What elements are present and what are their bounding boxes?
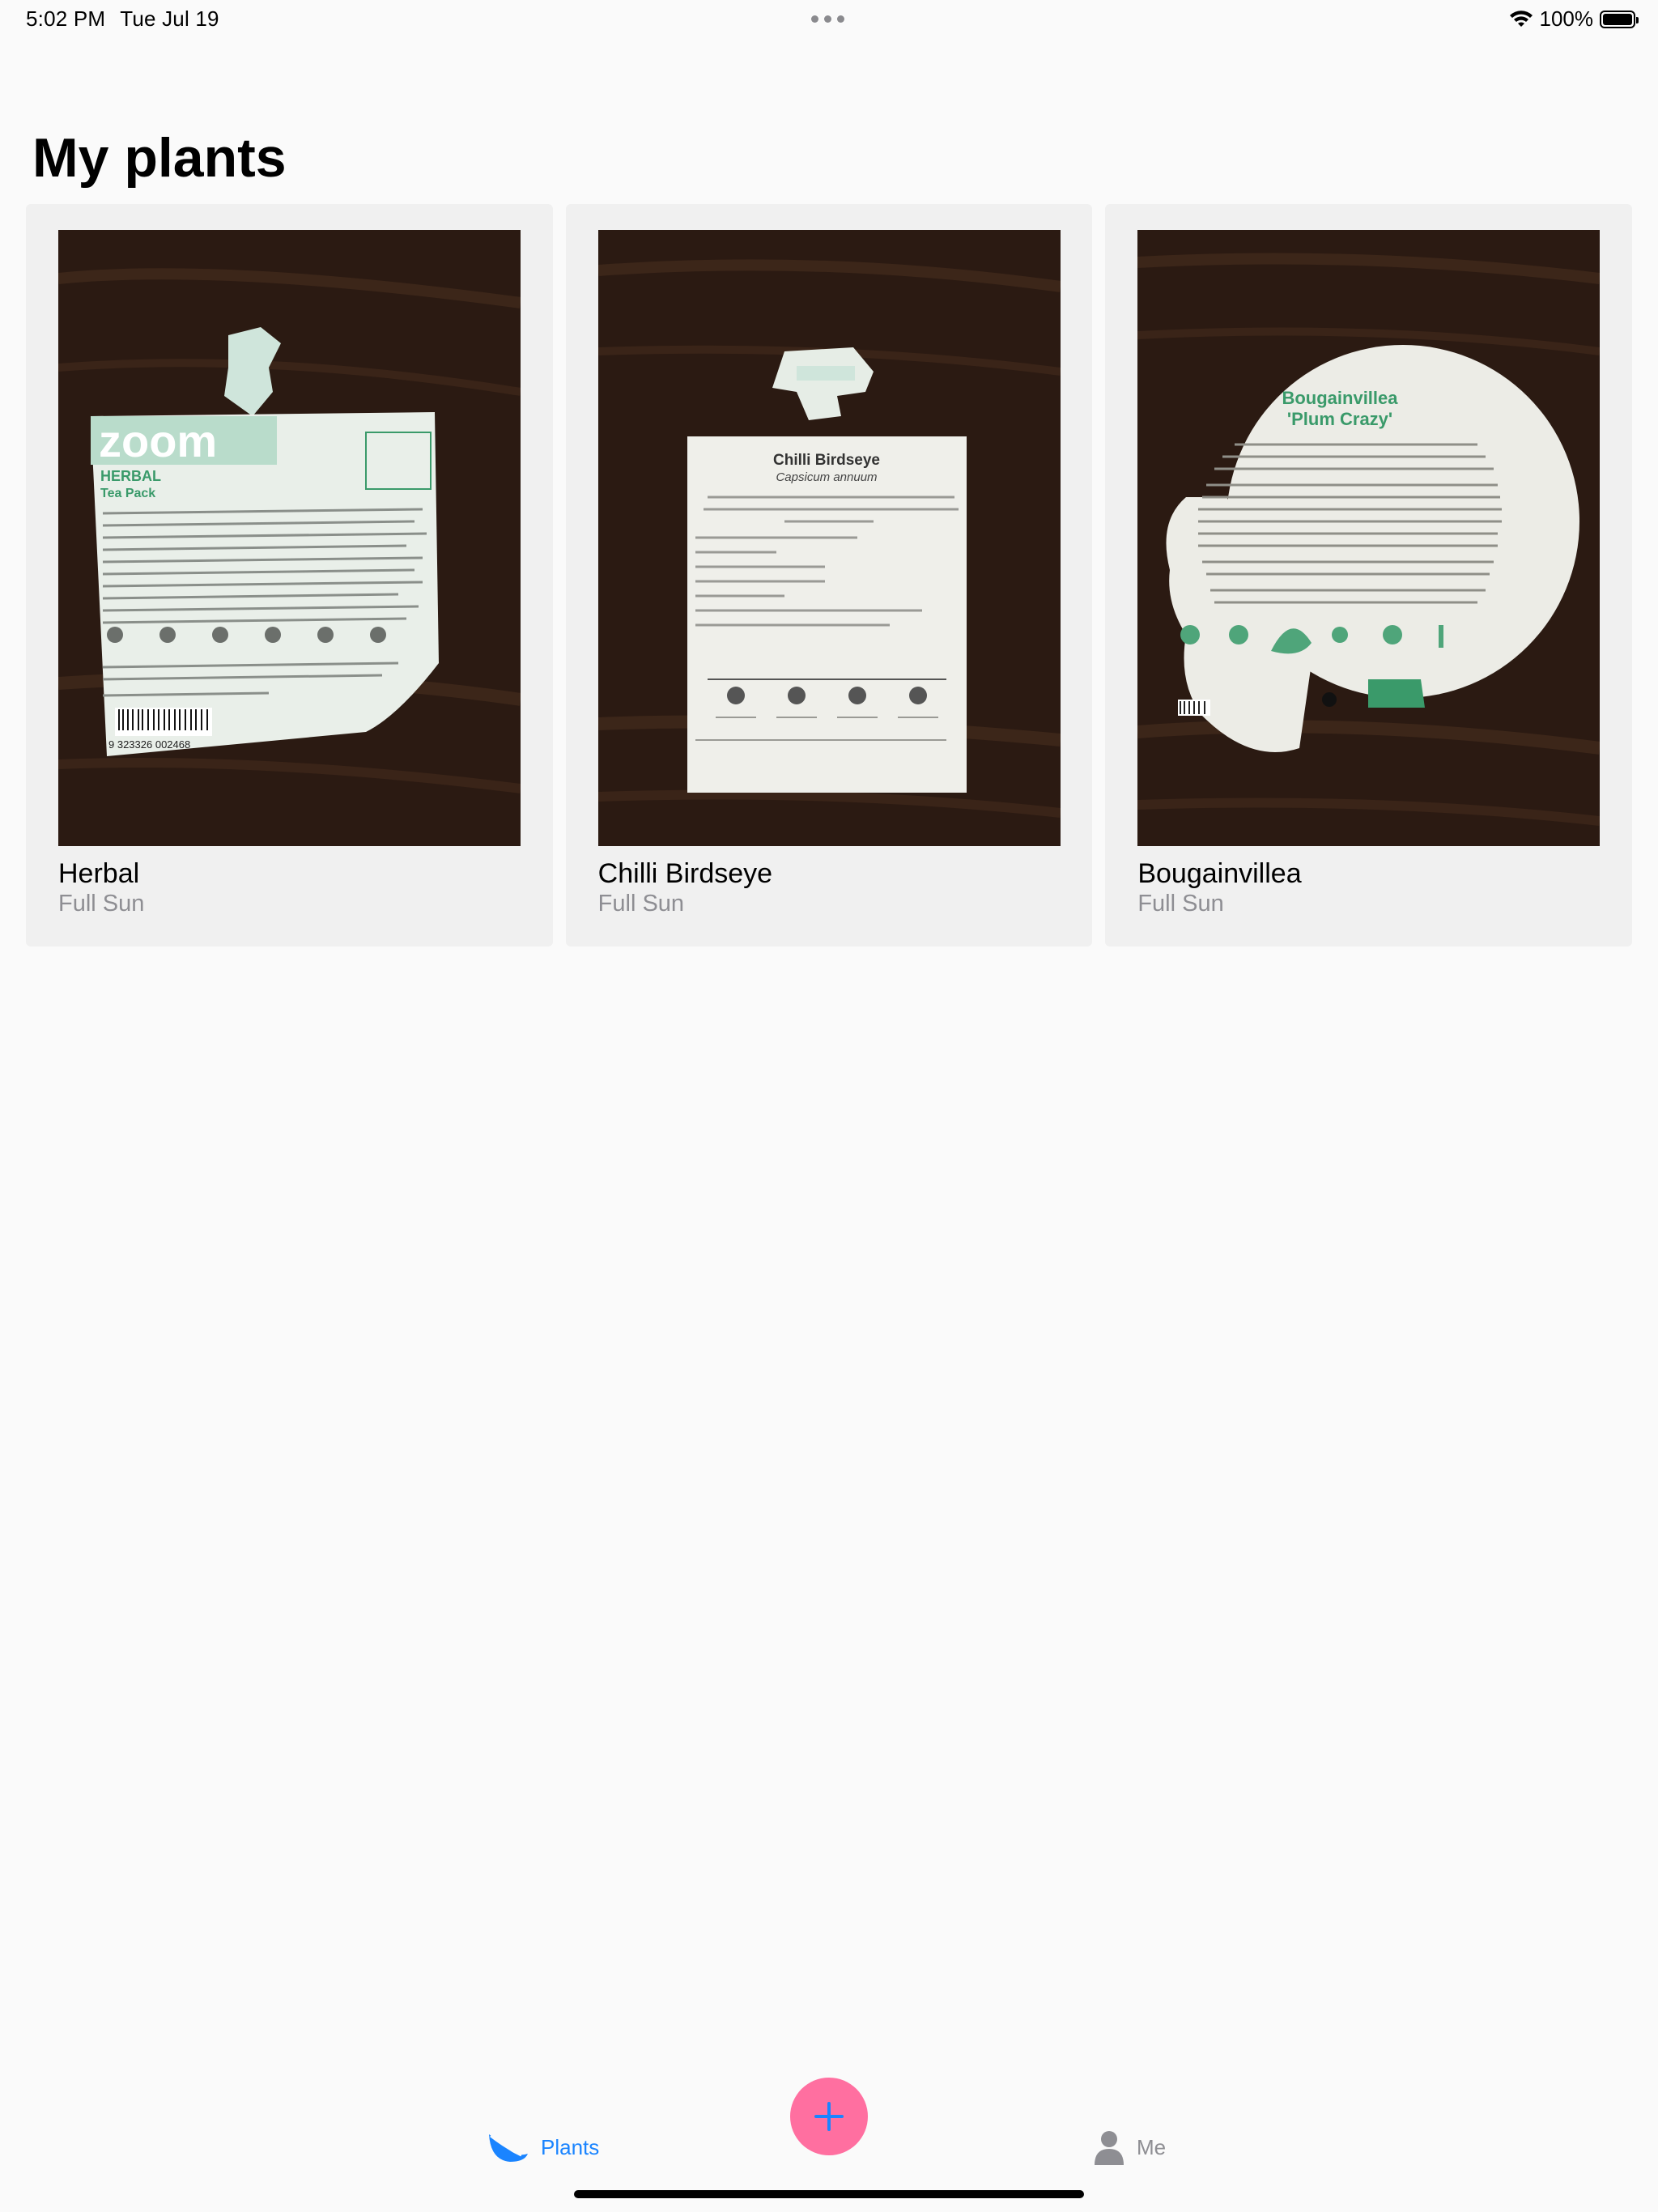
plant-photo-image: zoom HERBAL Tea Pack 9 323326 002468 <box>58 230 521 846</box>
plant-photo: Chilli Birdseye Capsicum annuum <box>597 230 1061 846</box>
label-title-text: Chilli Birdseye <box>773 452 880 469</box>
plant-grid: zoom HERBAL Tea Pack 9 323326 002468 Her… <box>26 204 1633 946</box>
label-subtitle-text: 'Plum Crazy' <box>1287 409 1392 429</box>
plant-card-bougainvillea[interactable]: Bougainvillea 'Plum Crazy' Bougainvillea… <box>1105 204 1633 946</box>
status-indicators: 100% <box>1509 6 1639 32</box>
plant-card-herbal[interactable]: zoom HERBAL Tea Pack 9 323326 002468 Her… <box>26 204 553 946</box>
label-brand-text: zoom <box>99 415 217 466</box>
plant-sun-requirement: Full Sun <box>58 891 145 917</box>
plant-name: Bougainvillea <box>1137 858 1302 889</box>
battery-percent: 100% <box>1539 6 1594 31</box>
status-bar: 5:02 PM Tue Jul 19 100% <box>0 0 1658 39</box>
label-subtitle-text: Tea Pack <box>100 487 155 500</box>
plant-name: Chilli Birdseye <box>597 858 773 889</box>
person-icon <box>1095 2131 1124 2165</box>
label-title-text: Bougainvillea <box>1282 388 1399 408</box>
wifi-icon <box>1509 10 1533 27</box>
add-plant-button[interactable] <box>790 2078 868 2155</box>
status-time-date: 5:02 PM Tue Jul 19 <box>26 6 234 32</box>
plant-sun-requirement: Full Sun <box>597 891 685 917</box>
plant-photo-image: Bougainvillea 'Plum Crazy' <box>1137 230 1601 846</box>
plant-sun-requirement: Full Sun <box>1137 891 1224 917</box>
leaf-icon <box>489 2134 528 2162</box>
battery-icon <box>1600 10 1639 28</box>
status-time: 5:02 PM <box>26 6 106 31</box>
plant-photo-image: Chilli Birdseye Capsicum annuum <box>597 230 1061 846</box>
app-screen: 5:02 PM Tue Jul 19 100% My plants zoom H… <box>0 0 1658 2212</box>
tab-me-label: Me <box>1137 2134 1167 2159</box>
tab-plants-label: Plants <box>541 2134 600 2159</box>
plant-photo: Bougainvillea 'Plum Crazy' <box>1137 230 1601 846</box>
plant-photo: zoom HERBAL Tea Pack 9 323326 002468 <box>58 230 521 846</box>
status-date: Tue Jul 19 <box>120 6 219 31</box>
page-title: My plants <box>32 127 287 189</box>
plus-icon <box>814 2102 844 2131</box>
multitasking-dots-icon[interactable] <box>811 15 844 23</box>
tab-plants[interactable]: Plants <box>486 2129 599 2165</box>
label-barcode-text: 9 323326 002468 <box>108 738 190 751</box>
label-title-text: HERBAL <box>100 468 161 484</box>
label-subtitle-text: Capsicum annuum <box>776 470 877 484</box>
home-indicator[interactable] <box>574 2190 1084 2198</box>
tab-me[interactable]: Me <box>1093 2129 1166 2165</box>
plant-card-chilli-birdseye[interactable]: Chilli Birdseye Capsicum annuum Chilli B… <box>565 204 1093 946</box>
plant-name: Herbal <box>58 858 140 889</box>
